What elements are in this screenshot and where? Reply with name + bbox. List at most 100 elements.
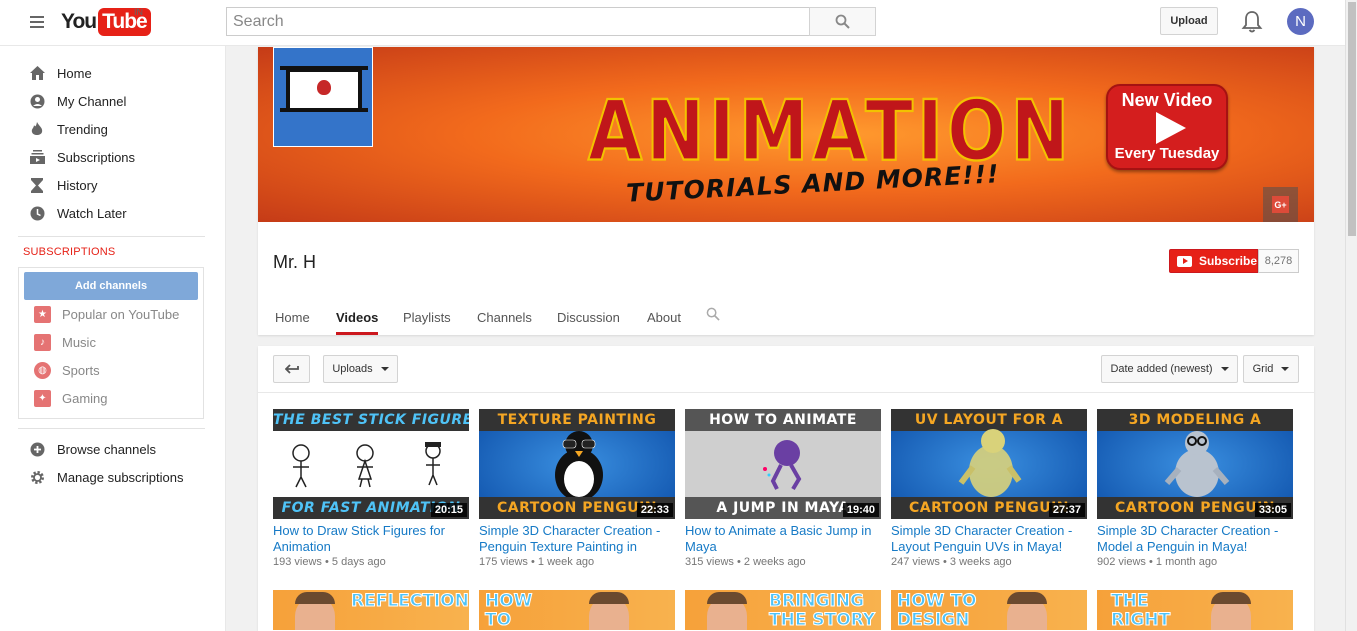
- subscription-gaming[interactable]: ✦ Gaming: [24, 384, 198, 412]
- clock-icon: [29, 205, 45, 221]
- video-title[interactable]: How to Draw Stick Figures for Animation: [273, 523, 469, 555]
- thumb-text: HOW TO STAY: [485, 591, 533, 630]
- video-thumbnail[interactable]: THE RIGHT: [1097, 590, 1293, 630]
- logo-bar: [280, 108, 368, 112]
- video-title[interactable]: Simple 3D Character Creation - Model a P…: [1097, 523, 1293, 555]
- tab-videos[interactable]: Videos: [336, 297, 379, 335]
- scrollbar-thumb[interactable]: [1348, 2, 1356, 236]
- guide-item-watch-later[interactable]: Watch Later: [0, 199, 225, 227]
- channel-name[interactable]: Mr. H: [273, 252, 316, 273]
- search-button[interactable]: [809, 7, 876, 36]
- video-views: 175 views: [479, 556, 528, 568]
- video-duration: 33:05: [1254, 503, 1291, 517]
- meta-separator: •: [530, 556, 535, 568]
- google-plus-icon: G+: [1272, 196, 1289, 213]
- masthead: You Tube IN Upload N: [0, 0, 1345, 46]
- tab-channels[interactable]: Channels: [477, 297, 532, 335]
- presenter-hair: [295, 592, 335, 604]
- tab-discussion[interactable]: Discussion: [557, 297, 620, 335]
- guide-item-browse-channels[interactable]: Browse channels: [0, 435, 225, 463]
- video-title[interactable]: How to Animate a Basic Jump in Maya: [685, 523, 881, 555]
- video-card: HOW TO STAY: [479, 590, 675, 630]
- subscription-music[interactable]: ♪ Music: [24, 328, 198, 356]
- video-age: 5 days ago: [331, 556, 386, 568]
- promo-line-2: Every Tuesday: [1114, 145, 1220, 162]
- channel-avatar[interactable]: [273, 47, 373, 147]
- promo-line-1: New Video: [1121, 90, 1213, 110]
- presenter-hair: [707, 592, 747, 604]
- guide-item-manage-subscriptions[interactable]: Manage subscriptions: [0, 463, 225, 491]
- thumb-top-text: THE BEST STICK FIGURES: [273, 409, 469, 431]
- thumb-top-text: 3D MODELING A: [1097, 409, 1293, 431]
- video-duration: 19:40: [842, 503, 879, 517]
- view-dropdown[interactable]: Grid: [1243, 355, 1299, 383]
- guide-item-history[interactable]: History: [0, 171, 225, 199]
- video-thumbnail[interactable]: BRINGING THE STORY: [685, 590, 881, 630]
- video-title[interactable]: Simple 3D Character Creation - Layout Pe…: [891, 523, 1087, 555]
- presenter-hair: [589, 592, 629, 604]
- video-duration: 20:15: [430, 503, 467, 517]
- guide-item-subscriptions[interactable]: Subscriptions: [0, 143, 225, 171]
- search-input[interactable]: [227, 8, 809, 35]
- channel-header: ANIMATION TUTORIALS AND MORE!!! New Vide…: [258, 47, 1314, 335]
- penguin-illustration: [555, 431, 603, 497]
- tab-playlists[interactable]: Playlists: [403, 297, 451, 335]
- uploads-dropdown[interactable]: Uploads: [323, 355, 398, 383]
- subscription-popular[interactable]: ★ Popular on YouTube: [24, 300, 198, 328]
- video-card: REFLECTION AND FUTURE: [273, 590, 469, 630]
- back-button[interactable]: [273, 355, 310, 383]
- youtube-logo[interactable]: You Tube IN: [61, 7, 151, 36]
- guide-item-label: Subscriptions: [57, 149, 136, 165]
- video-views: 315 views: [685, 556, 734, 568]
- search-icon: [835, 14, 850, 29]
- video-thumbnail[interactable]: THE BEST STICK FIGURES FOR FAST ANIMATIO…: [273, 409, 469, 519]
- guide-item-label: Browse channels: [57, 441, 156, 457]
- meta-separator: •: [1148, 556, 1153, 568]
- meta-separator: •: [736, 556, 741, 568]
- guide-item-label: Manage subscriptions: [57, 469, 184, 485]
- video-thumbnail[interactable]: HOW TO STAY: [479, 590, 675, 630]
- music-icon: ♪: [34, 333, 51, 351]
- video-thumbnail[interactable]: HOW TO DESIGN: [891, 590, 1087, 630]
- tab-home[interactable]: Home: [275, 297, 310, 335]
- subscribe-label: Subscribe: [1198, 254, 1257, 268]
- apple-icon: [317, 80, 331, 95]
- play-icon: [1156, 112, 1186, 144]
- thumb-text: HOW TO DESIGN: [897, 591, 977, 630]
- google-plus-link[interactable]: G+: [1263, 187, 1298, 222]
- video-thumbnail[interactable]: TEXTURE PAINTING CARTOON PENGUIN 22:33: [479, 409, 675, 519]
- back-arrow-icon: [284, 364, 299, 374]
- guide-item-label: History: [57, 177, 98, 193]
- tab-about[interactable]: About: [647, 297, 681, 335]
- subscribe-button[interactable]: Subscribe: [1169, 249, 1258, 273]
- logo-bar: [280, 66, 368, 70]
- jumping-character-illustration: [763, 440, 802, 491]
- video-card: 3D MODELING A CARTOON PENGUIN 33:05 Simp…: [1097, 409, 1293, 579]
- plus-circle-icon: [29, 441, 45, 457]
- upload-button[interactable]: Upload: [1160, 7, 1218, 35]
- banner-title: ANIMATION: [587, 82, 1074, 181]
- meta-separator: •: [324, 556, 329, 568]
- video-thumbnail[interactable]: REFLECTION AND FUTURE: [273, 590, 469, 630]
- channel-banner: ANIMATION TUTORIALS AND MORE!!! New Vide…: [258, 47, 1314, 222]
- video-views: 247 views: [891, 556, 940, 568]
- subscription-sports[interactable]: ◍ Sports: [24, 356, 198, 384]
- notifications-bell-icon[interactable]: [1241, 10, 1263, 34]
- subscriptions-icon: [29, 149, 45, 165]
- video-title[interactable]: Simple 3D Character Creation - Penguin T…: [479, 523, 675, 555]
- guide-item-home[interactable]: Home: [0, 59, 225, 87]
- sort-dropdown[interactable]: Date added (newest): [1101, 355, 1238, 383]
- guide-menu-icon[interactable]: [30, 16, 44, 28]
- guide-item-label: Home: [57, 65, 92, 81]
- video-thumbnail[interactable]: 3D MODELING A CARTOON PENGUIN 33:05: [1097, 409, 1293, 519]
- youtube-play-icon: [1177, 255, 1192, 267]
- channel-search-icon[interactable]: [706, 307, 720, 324]
- page-scrollbar[interactable]: [1345, 0, 1357, 631]
- add-channels-button[interactable]: Add channels: [24, 272, 198, 300]
- guide-item-my-channel[interactable]: My Channel: [0, 87, 225, 115]
- video-thumbnail[interactable]: HOW TO ANIMATE A JUMP IN MAYA 19:40: [685, 409, 881, 519]
- guide-item-trending[interactable]: Trending: [0, 115, 225, 143]
- account-avatar[interactable]: N: [1287, 8, 1314, 35]
- video-thumbnail[interactable]: UV LAYOUT FOR A CARTOON PENGUIN 27:37: [891, 409, 1087, 519]
- sort-label: Date added (newest): [1110, 363, 1213, 375]
